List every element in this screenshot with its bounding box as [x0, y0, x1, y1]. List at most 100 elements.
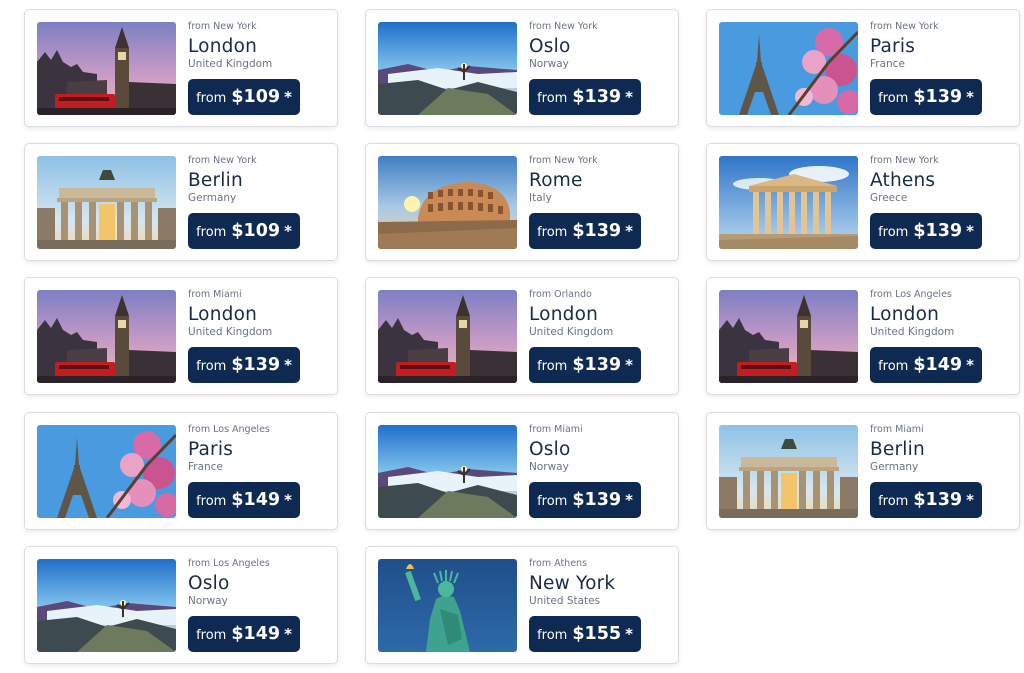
destination-card[interactable]: from New York Rome Italy from $139 *: [365, 143, 679, 261]
price-prefix: from: [196, 224, 227, 240]
destination-country: United Kingdom: [188, 326, 273, 338]
origin-city: from Los Angeles: [870, 289, 952, 300]
price-prefix: from: [537, 358, 568, 374]
price-asterisk: *: [284, 491, 292, 509]
berlin-photo[interactable]: [719, 425, 858, 518]
price-amount: $109: [231, 87, 281, 107]
origin-city: from Los Angeles: [188, 424, 270, 435]
destination-city[interactable]: Oslo: [529, 439, 570, 460]
price-asterisk: *: [284, 356, 292, 374]
price-asterisk: *: [625, 356, 633, 374]
price-button[interactable]: from $139 *: [870, 482, 982, 518]
destination-city[interactable]: Oslo: [529, 36, 570, 57]
destination-country: Greece: [870, 192, 908, 204]
price-amount: $139: [572, 87, 622, 107]
london-photo[interactable]: [37, 290, 176, 383]
price-prefix: from: [537, 90, 568, 106]
destination-card[interactable]: from Los Angeles Oslo Norway from $149 *: [24, 546, 338, 664]
price-amount: $149: [231, 624, 281, 644]
destination-city[interactable]: Berlin: [188, 170, 243, 191]
destination-card[interactable]: from Los Angeles London United Kingdom f…: [706, 277, 1020, 395]
destination-city[interactable]: London: [529, 304, 598, 325]
price-button[interactable]: from $139 *: [529, 482, 641, 518]
destination-card[interactable]: from New York Athens Greece from $139 *: [706, 143, 1020, 261]
origin-city: from Miami: [870, 424, 924, 435]
destination-country: United Kingdom: [529, 326, 614, 338]
price-button[interactable]: from $139 *: [529, 347, 641, 383]
price-amount: $139: [913, 87, 963, 107]
price-button[interactable]: from $155 *: [529, 616, 641, 652]
berlin-photo[interactable]: [37, 156, 176, 249]
price-button[interactable]: from $139 *: [529, 213, 641, 249]
price-button[interactable]: from $109 *: [188, 213, 300, 249]
destination-city[interactable]: London: [188, 36, 257, 57]
destination-city[interactable]: New York: [529, 573, 615, 594]
price-amount: $139: [572, 355, 622, 375]
athens-photo[interactable]: [719, 156, 858, 249]
destination-card[interactable]: from New York London United Kingdom from…: [24, 9, 338, 127]
origin-city: from New York: [188, 21, 257, 32]
rome-photo[interactable]: [378, 156, 517, 249]
origin-city: from New York: [870, 21, 939, 32]
origin-city: from New York: [870, 155, 939, 166]
origin-city: from New York: [188, 155, 257, 166]
price-amount: $109: [231, 221, 281, 241]
price-button[interactable]: from $149 *: [870, 347, 982, 383]
destination-country: Germany: [188, 192, 237, 204]
price-asterisk: *: [284, 88, 292, 106]
newyork-photo[interactable]: [378, 559, 517, 652]
london-photo[interactable]: [719, 290, 858, 383]
destination-city[interactable]: Paris: [870, 36, 915, 57]
destination-grid: from New York London United Kingdom from…: [0, 0, 1024, 673]
destination-city[interactable]: London: [188, 304, 257, 325]
paris-photo[interactable]: [37, 425, 176, 518]
origin-city: from Athens: [529, 558, 588, 569]
price-prefix: from: [537, 224, 568, 240]
destination-card[interactable]: from Miami Oslo Norway from $139 *: [365, 412, 679, 530]
destination-country: United Kingdom: [188, 58, 273, 70]
destination-card[interactable]: from Los Angeles Paris France from $149 …: [24, 412, 338, 530]
destination-city[interactable]: Athens: [870, 170, 935, 191]
origin-city: from Los Angeles: [188, 558, 270, 569]
london-photo[interactable]: [378, 290, 517, 383]
destination-country: Norway: [529, 58, 569, 70]
price-button[interactable]: from $139 *: [188, 347, 300, 383]
destination-card[interactable]: from New York Berlin Germany from $109 *: [24, 143, 338, 261]
price-amount: $149: [231, 490, 281, 510]
price-button[interactable]: from $149 *: [188, 482, 300, 518]
price-asterisk: *: [625, 491, 633, 509]
price-amount: $155: [572, 624, 622, 644]
destination-city[interactable]: Berlin: [870, 439, 925, 460]
price-prefix: from: [537, 493, 568, 509]
destination-card[interactable]: from New York Oslo Norway from $139 *: [365, 9, 679, 127]
destination-country: United Kingdom: [870, 326, 955, 338]
paris-photo[interactable]: [719, 22, 858, 115]
destination-city[interactable]: Paris: [188, 439, 233, 460]
price-asterisk: *: [966, 88, 974, 106]
london-photo[interactable]: [37, 22, 176, 115]
price-prefix: from: [537, 627, 568, 643]
oslo-photo[interactable]: [378, 22, 517, 115]
price-button[interactable]: from $139 *: [870, 79, 982, 115]
destination-city[interactable]: Rome: [529, 170, 583, 191]
destination-country: Germany: [870, 461, 919, 473]
destination-country: France: [870, 58, 905, 70]
destination-card[interactable]: from Miami Berlin Germany from $139 *: [706, 412, 1020, 530]
price-button[interactable]: from $149 *: [188, 616, 300, 652]
destination-card[interactable]: from Athens New York United States from …: [365, 546, 679, 664]
price-button[interactable]: from $139 *: [870, 213, 982, 249]
destination-card[interactable]: from Orlando London United Kingdom from …: [365, 277, 679, 395]
destination-card[interactable]: from Miami London United Kingdom from $1…: [24, 277, 338, 395]
price-prefix: from: [196, 493, 227, 509]
price-asterisk: *: [284, 222, 292, 240]
destination-card[interactable]: from New York Paris France from $139 *: [706, 9, 1020, 127]
destination-city[interactable]: Oslo: [188, 573, 229, 594]
price-amount: $139: [913, 221, 963, 241]
destination-city[interactable]: London: [870, 304, 939, 325]
oslo-photo[interactable]: [37, 559, 176, 652]
origin-city: from Miami: [529, 424, 583, 435]
price-button[interactable]: from $139 *: [529, 79, 641, 115]
price-button[interactable]: from $109 *: [188, 79, 300, 115]
oslo-photo[interactable]: [378, 425, 517, 518]
destination-country: Norway: [188, 595, 228, 607]
